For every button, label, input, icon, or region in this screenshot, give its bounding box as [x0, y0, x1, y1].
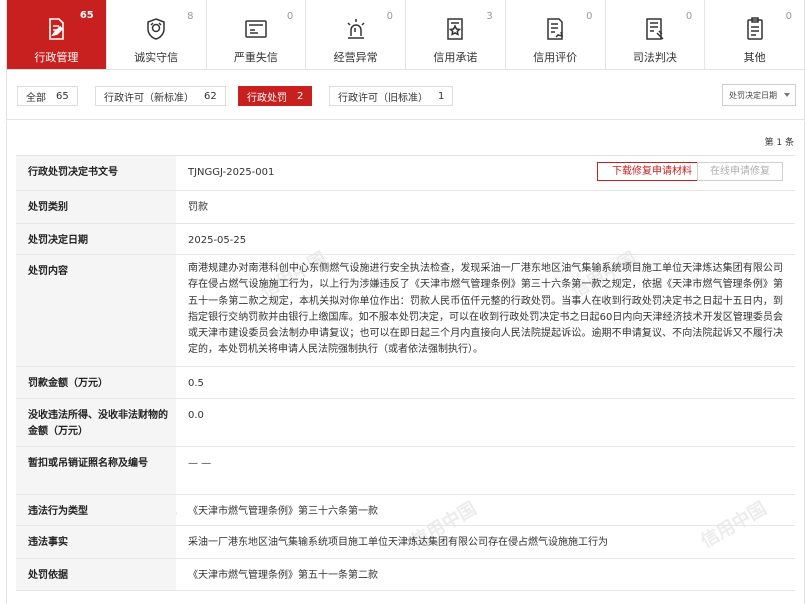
tab-count: 0 — [785, 11, 792, 22]
table-row: 违法事实 采油一厂港东地区油气集输系统项目施工单位天津炼达集团有限公司存在侵占燃… — [16, 526, 795, 559]
field-value: 《天津市燃气管理条例》第三十六条第一款 — [188, 506, 378, 517]
tab-count: 0 — [386, 11, 393, 22]
table-row: 行政处罚决定书文号 TJNGGJ-2025-001 下载修复申请材料 在线申请修… — [16, 156, 795, 191]
table-row: 暂扣或吊销证照名称及编号 — — — [16, 447, 795, 495]
tab-label: 信用评价 — [533, 51, 578, 64]
filter-count: 2 — [297, 90, 304, 102]
tab-label: 司法判决 — [632, 51, 677, 64]
page-info: 第 1 条 — [764, 138, 794, 148]
tab-label: 严重失信 — [233, 51, 278, 64]
table-row: 处罚决定日期 2025-05-25 — [16, 224, 795, 255]
field-label: 违法事实 — [16, 526, 176, 558]
field-value: 采油一厂港东地区油气集输系统项目施工单位天津炼达集团有限公司存在侵占燃气设施施工… — [188, 537, 608, 548]
field-label: 行政处罚决定书文号 — [16, 156, 176, 190]
decision-number[interactable]: TJNGGJ-2025-001 — [188, 167, 274, 178]
rating-doc-icon — [543, 16, 567, 42]
field-value: 罚款 — [188, 202, 208, 213]
field-label: 处罚依据 — [16, 559, 176, 590]
penalty-detail-table: 行政处罚决定书文号 TJNGGJ-2025-001 下载修复申请材料 在线申请修… — [16, 155, 795, 591]
field-label: 没收违法所得、没收非法财物的金额（万元） — [16, 399, 176, 446]
table-row: 处罚依据 《天津市燃气管理条例》第五十一条第二款 — [16, 559, 795, 591]
pledge-doc-icon — [443, 16, 467, 42]
tab-evaluation[interactable]: 0 信用评价 — [506, 0, 606, 69]
other-doc-icon — [743, 16, 767, 42]
field-label: 违法行为类型 — [16, 495, 176, 525]
filter-label: 全部 — [26, 92, 46, 104]
field-label: 处罚内容 — [16, 255, 176, 366]
blacklist-card-icon — [244, 16, 268, 42]
tab-honest[interactable]: 8 诚实守信 — [107, 0, 207, 69]
tab-count: 65 — [79, 10, 94, 21]
filter-admin-penalty[interactable]: 行政处罚 2 — [238, 86, 313, 106]
field-value: 2025-05-25 — [188, 235, 247, 246]
table-row: 罚款金额（万元） 0.5 — [16, 367, 795, 399]
filter-label: 行政许可（旧标准） — [338, 92, 428, 104]
field-value: 《天津市燃气管理条例》第五十一条第二款 — [188, 570, 378, 581]
field-value: 0.5 — [188, 378, 204, 389]
field-label: 暂扣或吊销证照名称及编号 — [16, 447, 176, 494]
category-tabs: 65 行政管理 8 诚实守信 0 严重失信 0 经营异常 3 信用承诺 0 信用… — [6, 0, 805, 70]
filter-admin-license-new[interactable]: 行政许可（新标准） 62 — [95, 86, 226, 106]
tab-label: 诚实守信 — [134, 51, 179, 64]
field-value: 0.0 — [188, 410, 204, 421]
tab-count: 0 — [586, 11, 593, 22]
sort-select[interactable]: 处罚决定日期 — [722, 84, 796, 106]
field-value: TJNGGJ-2025-001 下载修复申请材料 在线申请修复 — [176, 156, 795, 190]
judgment-doc-icon — [643, 16, 667, 42]
field-label: 罚款金额（万元） — [16, 367, 176, 398]
shield-badge-icon — [144, 16, 168, 42]
tab-serious[interactable]: 0 严重失信 — [207, 0, 307, 69]
tab-label: 经营异常 — [333, 51, 378, 64]
field-label: 处罚类别 — [16, 191, 176, 223]
filter-label: 行政处罚 — [247, 92, 287, 104]
field-value: 南港规建办对南港科创中心东侧燃气设施进行安全执法检查，发现采油一厂港东地区油气集… — [188, 263, 783, 356]
chevron-down-icon — [784, 93, 790, 97]
filter-count: 1 — [438, 90, 445, 102]
tab-count: 3 — [486, 11, 493, 22]
filter-label: 行政许可（新标准） — [104, 92, 194, 104]
tab-other[interactable]: 0 其他 — [705, 0, 804, 69]
tab-abnormal[interactable]: 0 经营异常 — [306, 0, 406, 69]
detail-panel: 信用中国 信用中国 信用中国 信用中国 信用中国 第 1 条 行政处罚决定书文号… — [6, 121, 805, 604]
filter-count: 65 — [56, 90, 69, 102]
table-row: 处罚类别 罚款 — [16, 191, 795, 224]
table-row: 处罚内容 南港规建办对南港科创中心东侧燃气设施进行安全执法检查，发现采油一厂港东… — [16, 255, 795, 367]
tab-count: 0 — [685, 11, 693, 22]
tab-judicial[interactable]: 0 司法判决 — [606, 0, 706, 69]
doc-pen-icon — [44, 16, 68, 42]
download-repair-materials-button[interactable]: 下载修复申请材料 — [597, 162, 707, 181]
sort-label: 处罚决定日期 — [729, 90, 777, 100]
field-label: 处罚决定日期 — [16, 224, 176, 254]
table-row: 没收违法所得、没收非法财物的金额（万元） 0.0 — [16, 399, 795, 447]
tab-label: 行政管理 — [34, 51, 79, 64]
tab-label: 其他 — [743, 51, 766, 64]
online-repair-button[interactable]: 在线申请修复 — [697, 162, 783, 181]
filter-all[interactable]: 全部 65 — [17, 86, 78, 106]
tab-count: 0 — [286, 11, 294, 22]
field-value: — — — [188, 458, 212, 469]
table-row: 违法行为类型 《天津市燃气管理条例》第三十六条第一款 — [16, 495, 795, 526]
filter-count: 62 — [204, 90, 217, 102]
tab-label: 信用承诺 — [433, 51, 478, 64]
filter-admin-license-old[interactable]: 行政许可（旧标准） 1 — [329, 86, 454, 106]
tab-count: 8 — [187, 11, 194, 22]
alarm-light-icon — [344, 16, 368, 42]
tab-admin-management[interactable]: 65 行政管理 — [7, 0, 107, 69]
tab-promise[interactable]: 3 信用承诺 — [406, 0, 506, 69]
filter-bar: 全部 65 行政许可（新标准） 62 行政处罚 2 行政许可（旧标准） 1 处罚… — [6, 70, 805, 120]
